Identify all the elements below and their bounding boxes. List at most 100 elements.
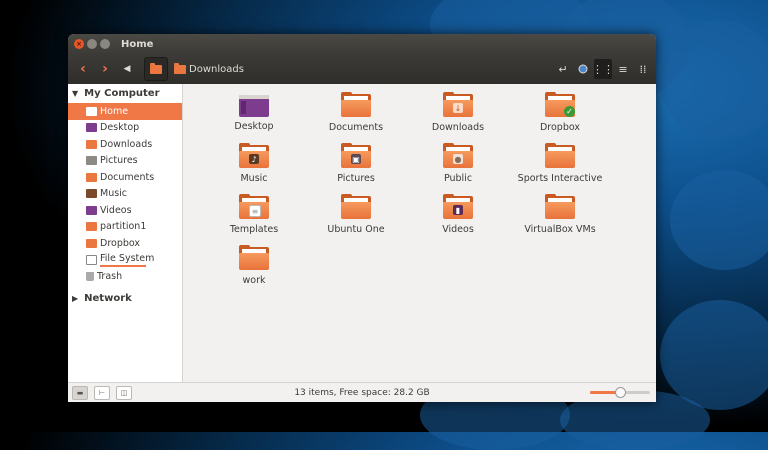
file-item-pictures[interactable]: ▣ Pictures [305, 143, 407, 194]
sidebar-item-desktop[interactable]: Desktop [68, 120, 182, 137]
folder-icon [341, 194, 371, 220]
sidebar-item-home[interactable]: Home [68, 103, 182, 120]
collapse-triangle-icon[interactable]: ▶ [72, 294, 78, 303]
videos-folder-icon [86, 205, 97, 215]
sidebar-item-pictures[interactable]: Pictures [68, 153, 182, 170]
sidebar-item-label: Desktop [100, 122, 140, 134]
sidebar-item-file-system[interactable]: File System [68, 252, 182, 269]
file-name: Downloads [431, 122, 485, 133]
back-button[interactable]: ‹ [72, 58, 94, 80]
go-up-icon[interactable]: ↵ [554, 59, 572, 79]
dropbox-folder-icon [86, 238, 97, 248]
search-icon[interactable] [574, 59, 592, 79]
places-sidebar-button[interactable]: ▬ [72, 386, 88, 400]
file-name: Documents [328, 122, 384, 133]
file-name: Sports Interactive [517, 173, 603, 184]
tree-sidebar-button[interactable]: ⊢ [94, 386, 110, 400]
disk-usage-bar [100, 264, 146, 267]
folder-icon [545, 194, 575, 220]
toggle-location-button[interactable]: ◀ [116, 58, 138, 80]
file-name: Videos [442, 224, 474, 235]
sidebar-section-my-computer[interactable]: ▼ My Computer [68, 84, 182, 103]
videos-folder-icon: ▮ [443, 194, 473, 220]
filesystem-icon [86, 254, 97, 265]
folder-icon [545, 143, 575, 169]
file-item-public[interactable]: ● Public [407, 143, 509, 194]
sidebar-item-downloads[interactable]: Downloads [68, 136, 182, 153]
file-manager-window: × Home ‹ › ◀ Downloads ↵ ⋮⋮ ≡ ⁞⁞ ▼ My Co… [68, 34, 656, 402]
file-item-dropbox[interactable]: ✓ Dropbox [509, 92, 611, 143]
file-name: work [242, 275, 266, 286]
music-folder-icon: ♪ [239, 143, 269, 169]
file-name: Dropbox [539, 122, 581, 133]
drive-icon [86, 222, 97, 232]
file-item-desktop[interactable]: Desktop [203, 92, 305, 143]
breadcrumb-home-button[interactable] [144, 57, 168, 81]
forward-button[interactable]: › [94, 58, 116, 80]
downloads-folder-icon: ↓ [443, 92, 473, 118]
zoom-slider[interactable] [590, 387, 650, 398]
compact-view-button[interactable]: ⁞⁞ [634, 59, 652, 79]
documents-folder-icon [86, 172, 97, 182]
zoom-slider-handle[interactable] [615, 387, 626, 398]
sidebar-item-videos[interactable]: Videos [68, 202, 182, 219]
file-item-downloads[interactable]: ↓ Downloads [407, 92, 509, 143]
file-name: Templates [229, 224, 279, 235]
sidebar-item-documents[interactable]: Documents [68, 169, 182, 186]
downloads-folder-icon [86, 139, 97, 149]
file-item-work[interactable]: work [203, 245, 305, 296]
section-label: Network [84, 292, 132, 304]
minimize-button[interactable] [87, 39, 97, 49]
sidebar-item-label: File System [100, 252, 155, 264]
list-view-button[interactable]: ≡ [614, 59, 632, 79]
hide-sidebar-button[interactable]: ◫ [116, 386, 132, 400]
status-bar: ▬ ⊢ ◫ 13 items, Free space: 28.2 GB [68, 382, 656, 402]
maximize-button[interactable] [100, 39, 110, 49]
sidebar-item-label: Trash [97, 270, 123, 282]
file-item-ubuntu-one[interactable]: Ubuntu One [305, 194, 407, 245]
desktop-folder-icon [239, 95, 269, 117]
file-name: VirtualBox VMs [524, 224, 596, 235]
file-item-templates[interactable]: ≡ Templates [203, 194, 305, 245]
trash-icon [86, 271, 94, 281]
desktop-folder-icon [86, 123, 97, 133]
pictures-folder-icon [86, 156, 97, 166]
file-item-music[interactable]: ♪ Music [203, 143, 305, 194]
breadcrumb-downloads[interactable]: Downloads [174, 62, 244, 75]
file-item-documents[interactable]: Documents [305, 92, 407, 143]
sidebar-item-label: Dropbox [100, 237, 141, 249]
sidebar-item-label: Downloads [100, 138, 153, 150]
public-folder-icon: ● [443, 143, 473, 169]
dropbox-folder-icon: ✓ [545, 92, 575, 118]
templates-folder-icon: ≡ [239, 194, 269, 220]
icon-view-button[interactable]: ⋮⋮ [592, 59, 614, 79]
title-bar[interactable]: × Home [68, 34, 656, 54]
expand-triangle-icon[interactable]: ▼ [72, 89, 78, 98]
documents-folder-icon [341, 92, 371, 118]
folder-icon [239, 245, 269, 271]
sidebar-item-label: Pictures [100, 155, 138, 167]
file-name: Music [240, 173, 268, 184]
sidebar-item-partition1[interactable]: partition1 [68, 219, 182, 236]
file-name: Ubuntu One [327, 224, 385, 235]
pictures-folder-icon: ▣ [341, 143, 371, 169]
file-item-sports-interactive[interactable]: Sports Interactive [509, 143, 611, 194]
home-folder-icon [86, 106, 97, 116]
close-button[interactable]: × [74, 39, 84, 49]
file-name: Desktop [234, 121, 274, 132]
sidebar-item-trash[interactable]: Trash [68, 268, 182, 285]
file-name: Pictures [337, 173, 375, 184]
file-name: Public [443, 173, 473, 184]
breadcrumb-label: Downloads [189, 63, 244, 75]
sidebar: ▼ My Computer Home Desktop Downloads Pic… [68, 84, 183, 382]
status-text: 13 items, Free space: 28.2 GB [294, 388, 430, 398]
sidebar-item-music[interactable]: Music [68, 186, 182, 203]
music-folder-icon [86, 189, 97, 199]
file-item-videos[interactable]: ▮ Videos [407, 194, 509, 245]
home-folder-icon [150, 62, 162, 74]
sidebar-item-dropbox[interactable]: Dropbox [68, 235, 182, 252]
sidebar-section-network[interactable]: ▶ Network [68, 289, 182, 308]
file-item-virtualbox-vms[interactable]: VirtualBox VMs [509, 194, 611, 245]
sidebar-item-label: Music [100, 188, 128, 200]
folder-icon [174, 62, 186, 74]
